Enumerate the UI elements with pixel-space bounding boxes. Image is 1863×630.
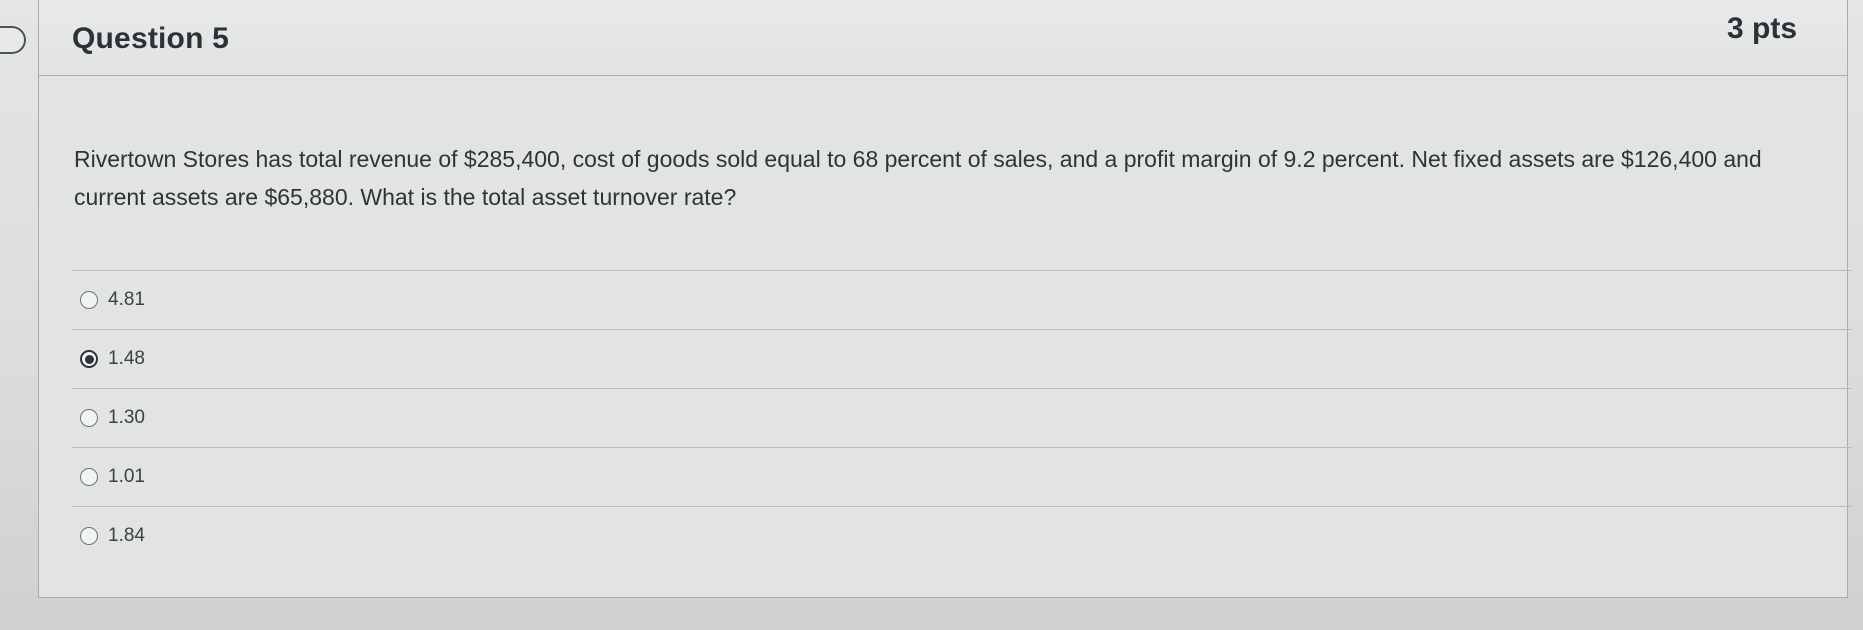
answer-option[interactable]: 1.01 — [72, 447, 1852, 506]
answer-label: 4.81 — [108, 289, 145, 310]
flag-question-icon[interactable] — [0, 26, 26, 54]
answer-label: 1.84 — [108, 525, 145, 546]
answer-list: 4.81 1.48 1.30 1.01 1.84 — [72, 270, 1852, 565]
radio-button[interactable] — [80, 527, 98, 545]
answer-option[interactable]: 1.84 — [72, 506, 1852, 565]
answer-label: 1.48 — [108, 348, 145, 369]
question-title: Question 5 — [72, 22, 230, 55]
answer-option[interactable]: 1.30 — [72, 388, 1852, 447]
answer-label: 1.01 — [108, 466, 145, 487]
radio-button[interactable] — [80, 409, 98, 427]
question-header: Question 5 3 pts — [39, 0, 1847, 76]
quiz-page: Question 5 3 pts Rivertown Stores has to… — [0, 0, 1863, 630]
question-points: 3 pts — [1727, 12, 1798, 45]
answer-label: 1.30 — [108, 407, 145, 428]
question-text: Rivertown Stores has total revenue of $2… — [74, 146, 1762, 210]
answer-option[interactable]: 4.81 — [72, 270, 1852, 329]
answer-option[interactable]: 1.48 — [72, 329, 1852, 388]
radio-button[interactable] — [80, 291, 98, 309]
question-card: Question 5 3 pts Rivertown Stores has to… — [38, 0, 1852, 598]
radio-button[interactable] — [80, 468, 98, 486]
radio-button-selected[interactable] — [80, 350, 98, 368]
